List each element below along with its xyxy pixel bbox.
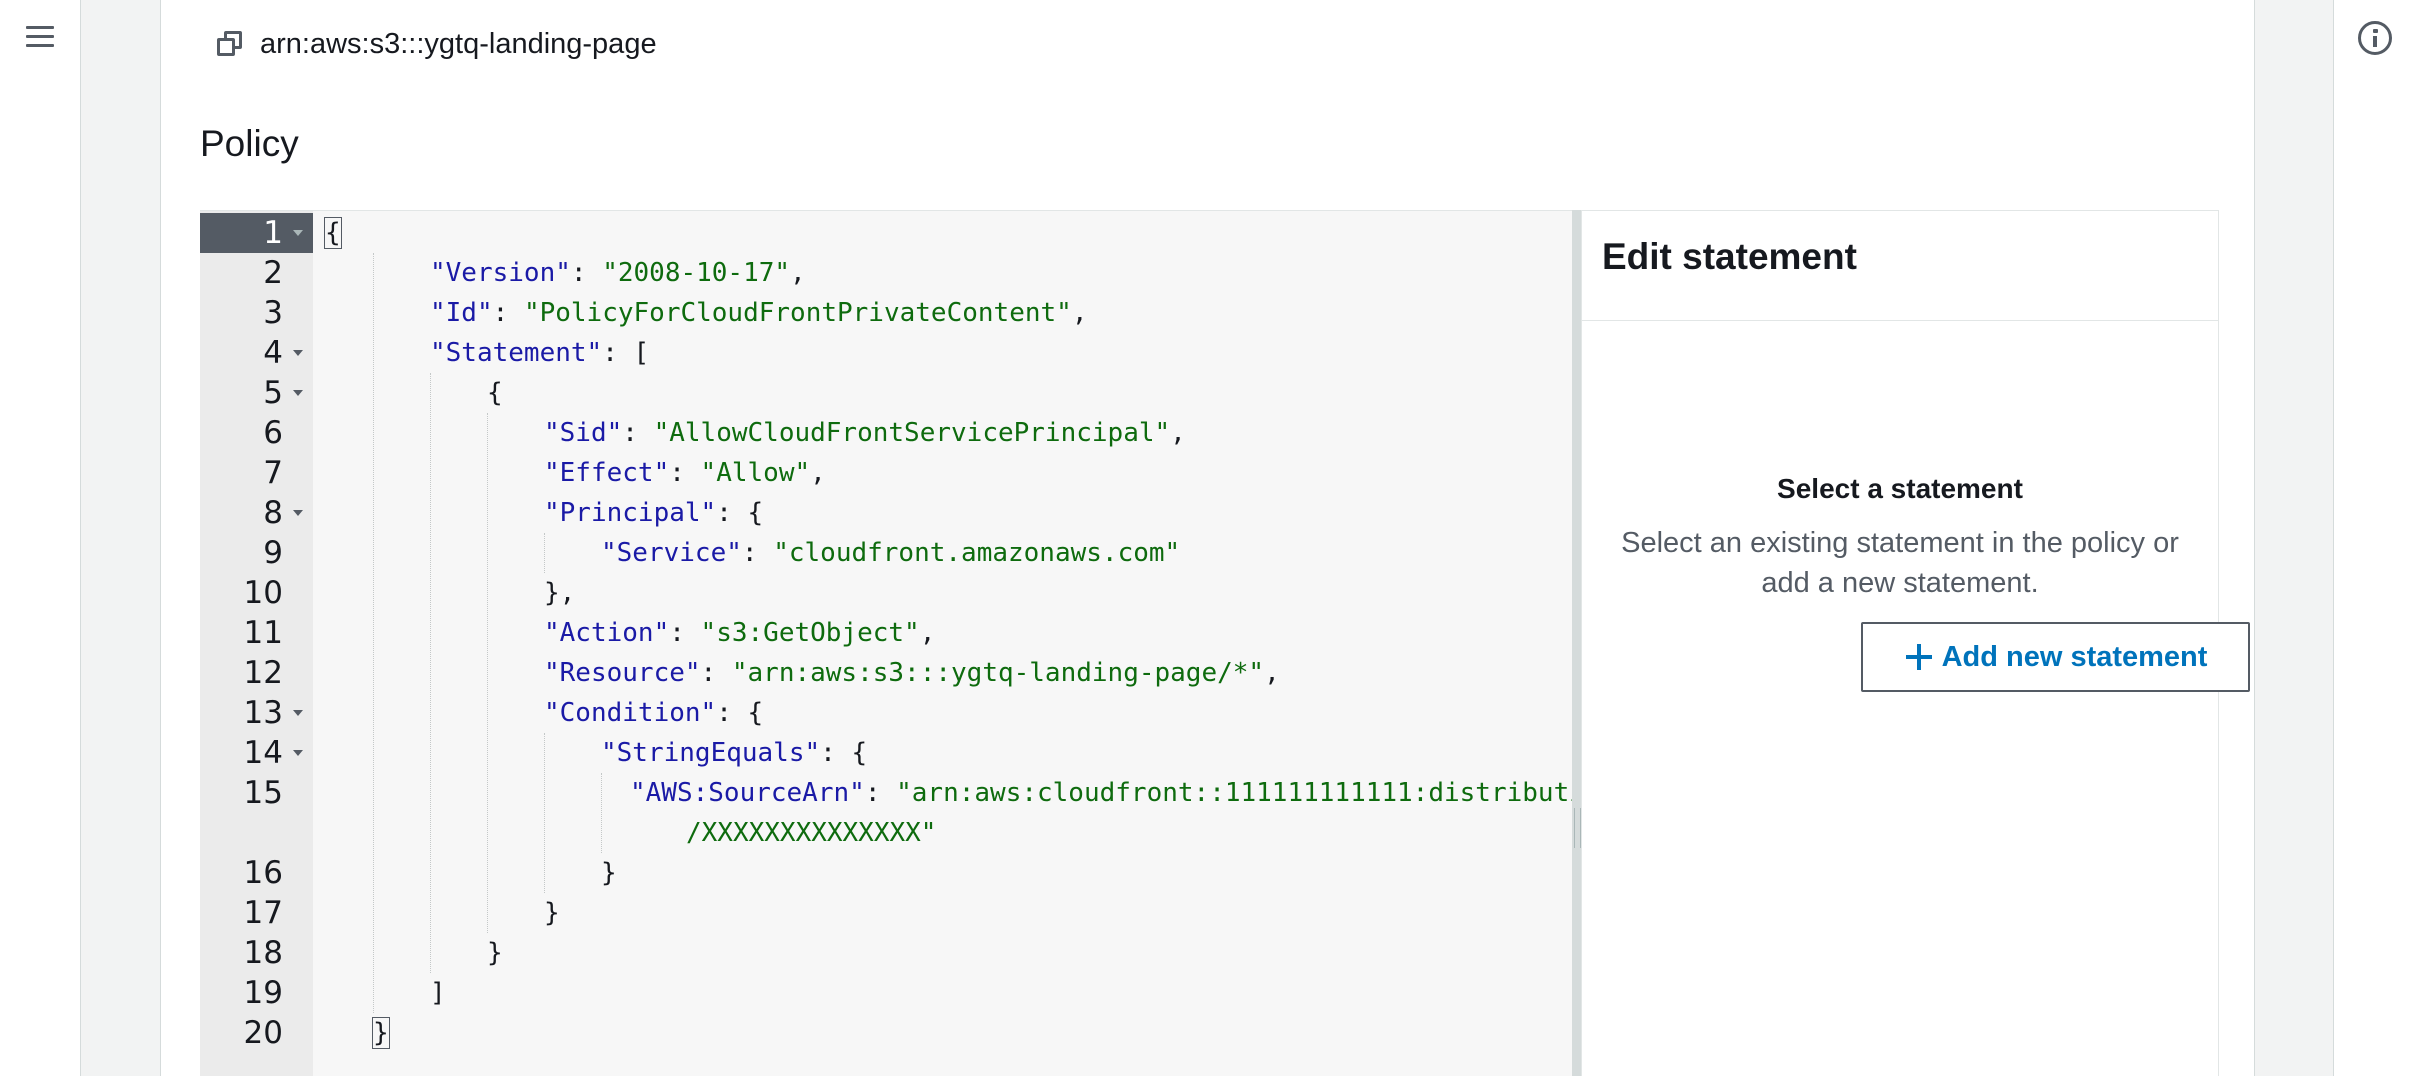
line-number: 12 bbox=[243, 655, 283, 691]
line-number: 17 bbox=[243, 895, 283, 931]
policy-container: arn:aws:s3:::ygtq-landing-page Policy 1 … bbox=[160, 0, 2255, 1076]
fold-arrow-icon[interactable] bbox=[293, 350, 303, 356]
line-number: 9 bbox=[263, 535, 283, 571]
code-line: "Service": "cloudfront.amazonaws.com" bbox=[601, 538, 1181, 568]
line-number: 16 bbox=[243, 855, 283, 891]
indent-guide bbox=[544, 533, 545, 573]
line-number: 15 bbox=[243, 775, 283, 811]
code-line: "Condition": { bbox=[544, 698, 764, 728]
info-icon[interactable] bbox=[2358, 21, 2392, 55]
code-line: "Action": "s3:GetObject", bbox=[544, 618, 936, 648]
code-line: "Principal": { bbox=[544, 498, 764, 528]
policy-json-editor[interactable]: 1 2 3 4 5 6 7 8 9 10 11 12 13 14 15 16 1… bbox=[200, 210, 1572, 1076]
empty-state-title: Select a statement bbox=[1777, 473, 2023, 504]
code-line: "StringEquals": { bbox=[601, 738, 868, 768]
line-number: 2 bbox=[263, 255, 283, 291]
add-new-statement-button[interactable]: Add new statement bbox=[1861, 622, 2250, 692]
fold-arrow-icon[interactable] bbox=[293, 750, 303, 756]
line-number: 14 bbox=[200, 733, 313, 773]
code-line-wrapped: /XXXXXXXXXXXXXX" bbox=[686, 818, 937, 848]
line-number: 18 bbox=[243, 935, 283, 971]
line-number: 10 bbox=[243, 575, 283, 611]
code-line: "Resource": "arn:aws:s3:::ygtq-landing-p… bbox=[544, 658, 1280, 688]
empty-state-description: Select an existing statement in the poli… bbox=[1621, 527, 2179, 599]
copy-icon[interactable] bbox=[215, 29, 245, 59]
fold-arrow-icon[interactable] bbox=[293, 510, 303, 516]
line-number: 8 bbox=[200, 493, 313, 533]
line-number-gutter: 1 2 3 4 5 6 7 8 9 10 11 12 13 14 15 16 1… bbox=[200, 211, 313, 1076]
line-number: 5 bbox=[200, 373, 313, 413]
policy-heading: Policy bbox=[200, 123, 299, 164]
indent-guide bbox=[544, 733, 545, 893]
fold-arrow-icon[interactable] bbox=[293, 390, 303, 396]
panel-resize-handle[interactable] bbox=[1572, 210, 1581, 1076]
code-line: "Version": "2008-10-17", bbox=[430, 258, 806, 288]
edit-statement-title: Edit statement bbox=[1602, 236, 1857, 277]
line-number: 13 bbox=[200, 693, 313, 733]
line-number: 4 bbox=[200, 333, 313, 373]
code-line: } bbox=[372, 1017, 390, 1049]
line-number: 7 bbox=[263, 455, 283, 491]
code-line: "Sid": "AllowCloudFrontServicePrincipal"… bbox=[544, 418, 1186, 448]
code-line: "Statement": [ bbox=[430, 338, 650, 368]
code-line: { bbox=[324, 217, 342, 249]
fold-arrow-icon[interactable] bbox=[293, 710, 303, 716]
add-new-statement-label: Add new statement bbox=[1941, 640, 2208, 673]
indent-guide bbox=[430, 373, 431, 973]
bucket-arn-row: arn:aws:s3:::ygtq-landing-page bbox=[215, 27, 657, 61]
edit-statement-header: Edit statement bbox=[1582, 211, 2218, 321]
code-line: { bbox=[487, 378, 503, 408]
right-tools-rail bbox=[2333, 0, 2414, 1076]
code-area[interactable]: { "Version": "2008-10-17", "Id": "Policy… bbox=[313, 211, 1572, 1076]
plus-icon bbox=[1904, 642, 1934, 672]
line-number: 3 bbox=[263, 295, 283, 331]
code-line: } bbox=[487, 938, 503, 968]
line-number: 6 bbox=[263, 415, 283, 451]
code-line: "Effect": "Allow", bbox=[544, 458, 826, 488]
code-line: "AWS:SourceArn": "arn:aws:cloudfront::11… bbox=[630, 778, 1572, 808]
fold-arrow-icon[interactable] bbox=[293, 230, 303, 236]
line-number: 20 bbox=[243, 1015, 283, 1051]
hamburger-menu-icon[interactable] bbox=[23, 22, 57, 52]
indent-guide bbox=[601, 773, 602, 853]
line-number: 19 bbox=[243, 975, 283, 1011]
empty-state: Select a statement Select an existing st… bbox=[1582, 473, 2218, 603]
line-number: 1 bbox=[200, 213, 313, 253]
code-line: }, bbox=[544, 578, 576, 608]
line-number: 11 bbox=[243, 615, 283, 651]
indent-guide bbox=[373, 253, 374, 1013]
edit-statement-panel: Edit statement Select a statement Select… bbox=[1581, 210, 2250, 1076]
bucket-arn: arn:aws:s3:::ygtq-landing-page bbox=[260, 27, 657, 60]
indent-guide bbox=[487, 413, 488, 933]
left-navigation-rail bbox=[0, 0, 81, 1076]
code-line: } bbox=[601, 858, 617, 888]
code-line: "Id": "PolicyForCloudFrontPrivateContent… bbox=[430, 298, 1088, 328]
code-line: ] bbox=[430, 978, 446, 1008]
code-line: } bbox=[544, 898, 560, 928]
